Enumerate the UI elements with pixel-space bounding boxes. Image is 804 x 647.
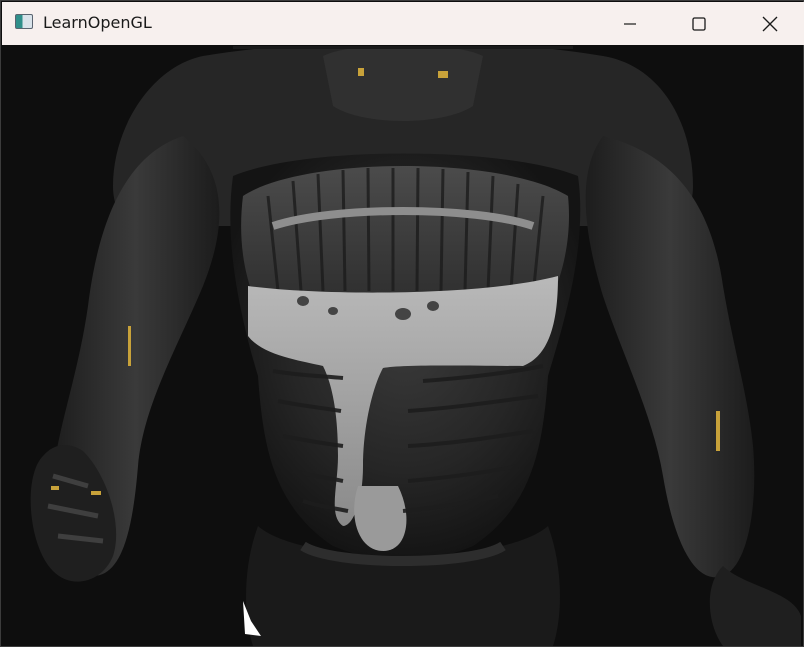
opengl-viewport[interactable] (3, 46, 803, 646)
app-icon (15, 14, 33, 29)
maximize-icon (691, 16, 706, 31)
close-icon (762, 16, 777, 31)
maximize-button[interactable] (664, 2, 733, 45)
title-bar[interactable]: LearnOpenGL (2, 2, 804, 45)
minimize-icon (623, 22, 636, 25)
minimize-button[interactable] (595, 2, 664, 45)
close-button[interactable] (735, 2, 804, 45)
window-title: LearnOpenGL (43, 13, 152, 32)
model-render (3, 46, 803, 646)
app-window: LearnOpenGL (0, 0, 804, 647)
